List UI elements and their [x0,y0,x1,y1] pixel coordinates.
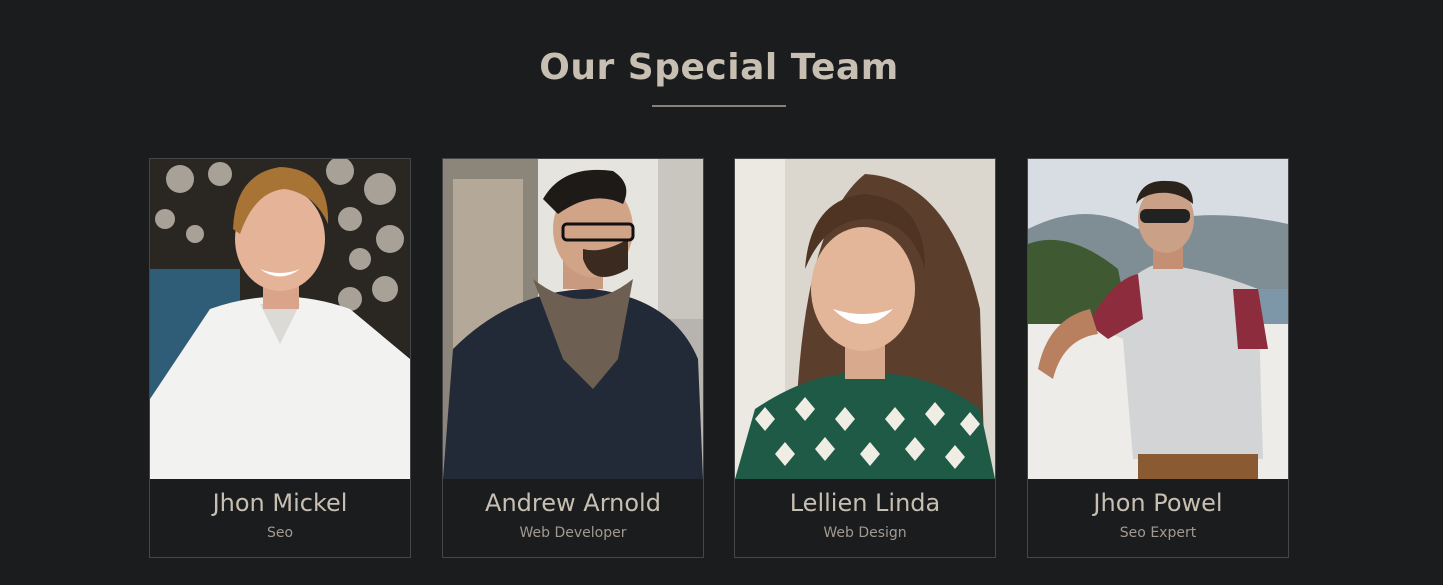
portrait-photo-icon [150,159,410,479]
member-name: Andrew Arnold [485,489,661,517]
portrait-photo-icon [735,159,995,479]
title-underline [652,105,786,107]
member-name: Jhon Mickel [212,489,348,517]
member-role: Seo [266,525,294,541]
member-name: Lellien Linda [789,489,941,517]
member-name: Jhon Powel [1093,489,1223,517]
member-photo [1028,159,1288,479]
member-role: Web Developer [519,525,627,541]
team-card-jhon-mickel[interactable]: Jhon Mickel Seo [149,158,411,558]
portrait-photo-icon [443,159,703,479]
member-role: Seo Expert [1119,525,1197,541]
team-card-lellien-linda[interactable]: Lellien Linda Web Design [734,158,996,558]
member-role: Web Design [823,525,907,541]
section-title: Our Special Team [539,47,899,88]
team-card-jhon-powel[interactable]: Jhon Powel Seo Expert [1027,158,1289,558]
member-photo [150,159,410,479]
team-section: Our Special Team Jhon Mickel Seo Andrew … [0,0,1443,585]
member-photo [443,159,703,479]
member-photo [735,159,995,479]
team-card-andrew-arnold[interactable]: Andrew Arnold Web Developer [442,158,704,558]
portrait-photo-icon [1028,159,1288,479]
